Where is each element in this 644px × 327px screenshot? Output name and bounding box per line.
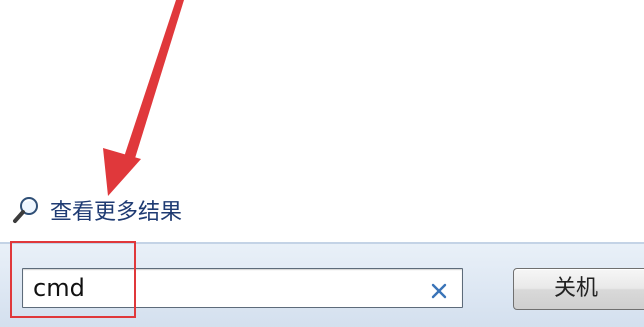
close-icon	[431, 283, 447, 299]
see-more-results-label: 查看更多结果	[50, 200, 183, 225]
search-input-value: cmd	[33, 274, 85, 302]
see-more-results-link[interactable]: 查看更多结果	[10, 194, 182, 226]
shutdown-button-label: 关机	[554, 276, 599, 301]
search-input[interactable]: cmd	[22, 268, 463, 308]
start-menu-panel: 查看更多结果 cmd 关机	[0, 0, 644, 327]
shutdown-button[interactable]: 关机	[513, 268, 644, 310]
magnifier-icon	[13, 197, 38, 223]
clear-search-button[interactable]	[427, 279, 451, 303]
